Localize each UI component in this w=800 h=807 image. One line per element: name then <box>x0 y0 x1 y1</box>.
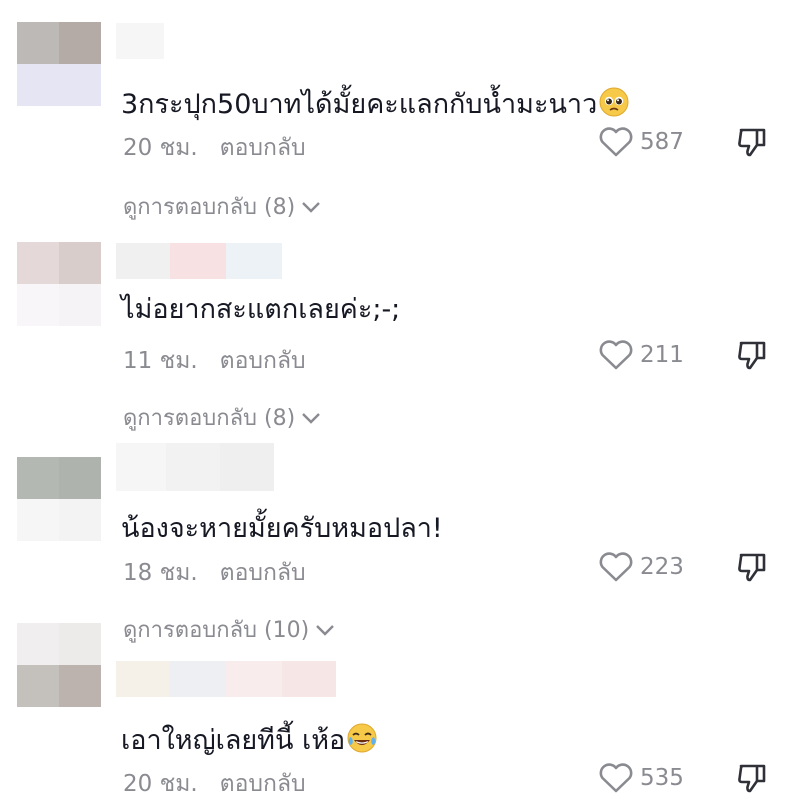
heart-icon <box>599 340 633 370</box>
like-count: 211 <box>640 342 684 368</box>
like-count: 535 <box>640 765 684 791</box>
view-replies-button[interactable]: ดูการตอบกลับ (8) <box>123 189 321 224</box>
like-button[interactable]: 223 <box>598 551 684 583</box>
thumbs-down-icon <box>738 764 766 793</box>
comment-meta: 20 ชม. ตอบกลับ <box>123 130 306 166</box>
dislike-button[interactable] <box>735 551 769 589</box>
username[interactable] <box>116 243 282 279</box>
chevron-down-icon <box>302 201 321 213</box>
username[interactable] <box>116 443 274 491</box>
comment-meta: 18 ชม. ตอบกลับ <box>123 555 306 591</box>
like-button[interactable]: 587 <box>598 126 684 158</box>
heart-icon <box>599 127 633 157</box>
timestamp: 18 ชม. <box>123 560 198 586</box>
reply-button[interactable]: ตอบกลับ <box>220 771 306 797</box>
like-button[interactable]: 211 <box>598 339 684 371</box>
view-replies-button[interactable]: ดูการตอบกลับ (10) <box>123 612 335 647</box>
comment-meta: 20 ชม. ตอบกลับ <box>123 766 306 802</box>
pleading-face-emoji-icon <box>599 87 629 117</box>
heart-icon <box>599 552 633 582</box>
timestamp: 20 ชม. <box>123 135 198 161</box>
like-button[interactable]: 535 <box>598 762 684 794</box>
tears-of-joy-emoji-icon <box>347 723 377 753</box>
comment-item: เอาใหญ่เลยทีนี้ เห้อ 20 ชม. ตอบกลับ 535 <box>0 623 800 807</box>
comment-text: 3กระปุก50บาทได้มั้ยคะแลกกับน้ำมะนาว <box>121 82 629 125</box>
dislike-button[interactable] <box>735 126 769 164</box>
dislike-button[interactable] <box>735 339 769 377</box>
reply-button[interactable]: ตอบกลับ <box>220 348 306 374</box>
heart-icon <box>599 763 633 793</box>
comment-item: 3กระปุก50บาทได้มั้ยคะแลกกับน้ำมะนาว 20 ช… <box>0 0 800 220</box>
dislike-button[interactable] <box>735 762 769 800</box>
thumbs-down-icon <box>738 128 766 157</box>
comment-meta: 11 ชม. ตอบกลับ <box>123 343 306 379</box>
view-replies-button[interactable]: ดูการตอบกลับ (8) <box>123 400 321 435</box>
thumbs-down-icon <box>738 341 766 370</box>
timestamp: 11 ชม. <box>123 348 198 374</box>
avatar[interactable] <box>17 457 101 541</box>
reply-button[interactable]: ตอบกลับ <box>220 135 306 161</box>
thumbs-down-icon <box>738 553 766 582</box>
avatar[interactable] <box>17 242 101 326</box>
avatar[interactable] <box>17 623 101 707</box>
comment-text: น้องจะหายมั้ยครับหมอปลา! <box>121 513 443 544</box>
reply-button[interactable]: ตอบกลับ <box>220 560 306 586</box>
comment-text: เอาใหญ่เลยทีนี้ เห้อ <box>121 718 377 761</box>
like-count: 587 <box>640 129 684 155</box>
chevron-down-icon <box>302 412 321 424</box>
username[interactable] <box>116 23 164 59</box>
chevron-down-icon <box>316 624 335 636</box>
timestamp: 20 ชม. <box>123 771 198 797</box>
comment-item: น้องจะหายมั้ยครับหมอปลา! 18 ชม. ตอบกลับ 2… <box>0 435 800 645</box>
username[interactable] <box>116 661 336 697</box>
comment-text: ไม่อยากสะแตกเลยค่ะ;-; <box>121 294 401 325</box>
like-count: 223 <box>640 554 684 580</box>
comment-item: ไม่อยากสะแตกเลยค่ะ;-; 11 ชม. ตอบกลับ 211 … <box>0 220 800 435</box>
avatar[interactable] <box>17 22 101 106</box>
